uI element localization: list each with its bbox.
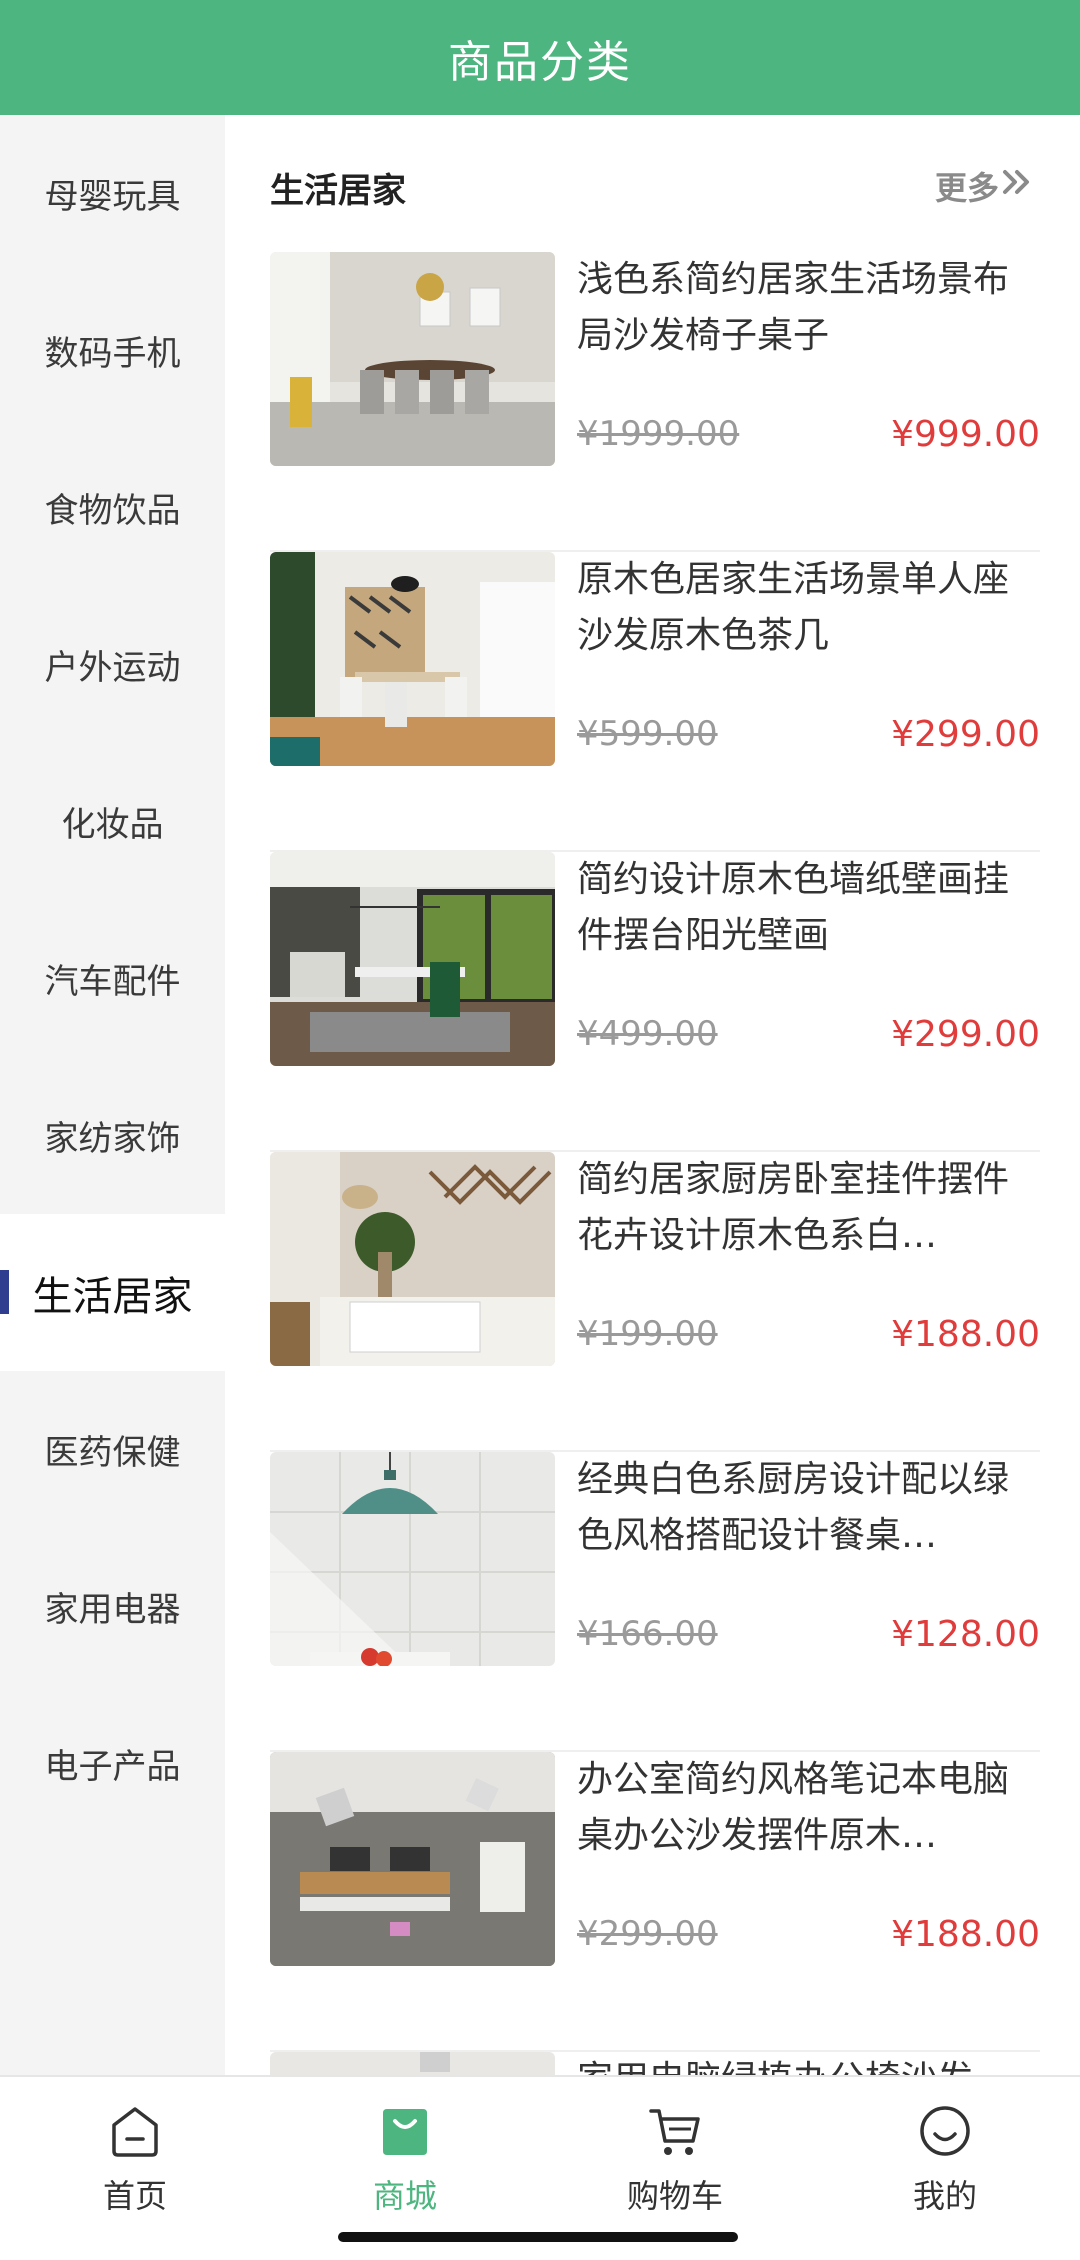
- home-indicator: [338, 2232, 738, 2242]
- product-card[interactable]: 简约居家厨房卧室挂件摆件花卉设计原木色系白… ¥199.00 ¥188.00: [270, 1152, 1040, 1452]
- sidebar-item-cosmetics[interactable]: 化妆品: [0, 743, 225, 900]
- sidebar-item-outdoor-sports[interactable]: 户外运动: [0, 586, 225, 743]
- product-image[interactable]: [270, 1152, 555, 1366]
- tab-label: 首页: [102, 2177, 167, 2215]
- more-label: 更多: [934, 169, 999, 207]
- sidebar-item-label: 汽车配件: [44, 962, 181, 1002]
- double-chevron-right-icon: [1001, 167, 1035, 205]
- sidebar-item-label: 电子产品: [44, 1747, 181, 1787]
- product-card[interactable]: 经典白色系厨房设计配以绿色风格搭配设计餐桌… ¥166.00 ¥128.00: [270, 1452, 1040, 1752]
- product-image[interactable]: [270, 552, 555, 766]
- product-name[interactable]: 简约居家厨房卧室挂件摆件花卉设计原木色系白…: [577, 1152, 1037, 1264]
- sidebar-item-label: 生活居家: [32, 1273, 193, 1320]
- original-price: ¥1999.00: [577, 414, 740, 454]
- tab-home[interactable]: 首页: [0, 2087, 270, 2227]
- sidebar-item-label: 家纺家饰: [44, 1119, 181, 1159]
- original-price: ¥599.00: [577, 714, 718, 754]
- product-image[interactable]: [270, 1752, 555, 1966]
- sale-price: ¥999.00: [891, 414, 1040, 455]
- product-card[interactable]: 原木色居家生活场景单人座沙发原木色茶几 ¥599.00 ¥299.00: [270, 552, 1040, 852]
- original-price: ¥199.00: [577, 1314, 718, 1354]
- product-name[interactable]: 原木色居家生活场景单人座沙发原木色茶几: [577, 552, 1037, 664]
- sale-price: ¥299.00: [891, 1014, 1040, 1055]
- product-card[interactable]: 办公室简约风格笔记本电脑桌办公沙发摆件原木… ¥299.00 ¥188.00: [270, 1752, 1040, 2052]
- product-name[interactable]: 家用电脑绿植办公椅沙发: [577, 2052, 1037, 2075]
- original-price: ¥499.00: [577, 1014, 718, 1054]
- home-icon: [112, 2107, 158, 2157]
- page-title: 商品分类: [448, 36, 632, 88]
- product-name[interactable]: 浅色系简约居家生活场景布局沙发椅子桌子: [577, 252, 1037, 364]
- original-price: ¥166.00: [577, 1614, 718, 1654]
- product-name[interactable]: 办公室简约风格笔记本电脑桌办公沙发摆件原木…: [577, 1752, 1037, 1864]
- tab-label: 我的: [912, 2177, 977, 2215]
- original-price: ¥299.00: [577, 1914, 718, 1954]
- sale-price: ¥188.00: [891, 1914, 1040, 1955]
- tab-label: 购物车: [626, 2177, 723, 2215]
- sidebar-item-food-drinks[interactable]: 食物饮品: [0, 429, 225, 586]
- product-image[interactable]: [270, 1452, 555, 1666]
- tab-label: 商城: [372, 2177, 437, 2215]
- product-card[interactable]: 家用电脑绿植办公椅沙发: [270, 2052, 1040, 2075]
- sidebar-item-car-parts[interactable]: 汽车配件: [0, 900, 225, 1057]
- product-name[interactable]: 经典白色系厨房设计配以绿色风格搭配设计餐桌…: [577, 1452, 1037, 1564]
- sidebar-item-label: 医药保健: [44, 1433, 181, 1473]
- product-list-panel: 生活居家 更多 浅色系简约居家生活场景布局沙发椅子桌子 ¥1999.00 ¥99…: [225, 115, 1080, 2075]
- active-indicator: [0, 1270, 9, 1314]
- more-link[interactable]: 更多: [935, 163, 1035, 209]
- smiley-profile-icon: [920, 2106, 970, 2156]
- category-sidebar: 母婴玩具 数码手机 食物饮品 户外运动 化妆品 汽车配件 家纺家饰 生活居家 医…: [0, 115, 225, 2075]
- sale-price: ¥299.00: [891, 714, 1040, 755]
- sale-price: ¥188.00: [891, 1314, 1040, 1355]
- tab-cart[interactable]: 购物车: [540, 2087, 810, 2227]
- cart-icon: [649, 2109, 700, 2155]
- tab-mall[interactable]: 商城: [270, 2087, 540, 2227]
- section-title: 生活居家: [270, 171, 406, 211]
- sale-price: ¥128.00: [891, 1614, 1040, 1655]
- tab-profile[interactable]: 我的: [810, 2087, 1080, 2227]
- sidebar-item-home-living[interactable]: 生活居家: [0, 1214, 225, 1371]
- sidebar-item-label: 母婴玩具: [44, 177, 181, 217]
- top-header: 商品分类: [0, 0, 1080, 115]
- sidebar-item-label: 化妆品: [61, 805, 164, 845]
- sidebar-item-digital-phones[interactable]: 数码手机: [0, 272, 225, 429]
- sidebar-item-label: 家用电器: [44, 1590, 181, 1630]
- product-image[interactable]: [270, 2052, 555, 2075]
- sidebar-item-label: 数码手机: [44, 334, 181, 374]
- sidebar-item-electronics[interactable]: 电子产品: [0, 1685, 225, 1842]
- product-name[interactable]: 简约设计原木色墙纸壁画挂件摆台阳光壁画: [577, 852, 1037, 964]
- sidebar-item-home-textiles[interactable]: 家纺家饰: [0, 1057, 225, 1214]
- sidebar-item-baby-toys[interactable]: 母婴玩具: [0, 115, 225, 272]
- product-card[interactable]: 浅色系简约居家生活场景布局沙发椅子桌子 ¥1999.00 ¥999.00: [270, 252, 1040, 552]
- product-image[interactable]: [270, 252, 555, 466]
- product-image[interactable]: [270, 852, 555, 1066]
- sidebar-item-appliances[interactable]: 家用电器: [0, 1528, 225, 1685]
- sidebar-item-health[interactable]: 医药保健: [0, 1371, 225, 1528]
- sidebar-item-label: 食物饮品: [44, 491, 181, 531]
- product-card[interactable]: 简约设计原木色墙纸壁画挂件摆台阳光壁画 ¥499.00 ¥299.00: [270, 852, 1040, 1152]
- sidebar-item-label: 户外运动: [44, 648, 181, 688]
- shopping-bag-icon: [383, 2109, 427, 2155]
